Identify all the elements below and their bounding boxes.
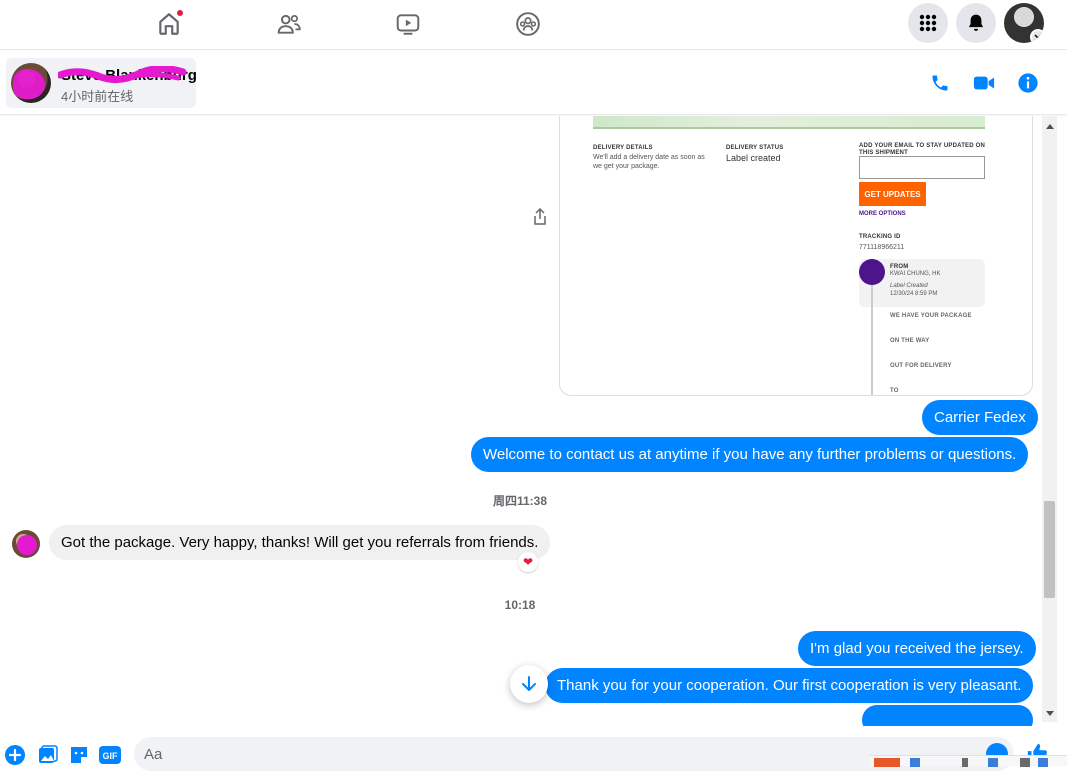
message-bubble[interactable]: Got the package. Very happy, thanks! Wil… [49, 525, 551, 560]
timestamp: 周四11:38 [492, 494, 548, 508]
system-tray [870, 755, 1067, 767]
scroll-down-icon[interactable] [1042, 708, 1057, 720]
shared-image-shipment[interactable]: DELIVERY DETAILS We'll add a delivery da… [559, 116, 1033, 396]
tracking-line [871, 285, 873, 395]
chat-header: Steve Blankenburg 4小时前在线 [0, 51, 1067, 115]
delivery-details-text-1: We'll add a delivery date as soon as [593, 154, 705, 161]
from-value: KWAI CHUNG, HK [890, 271, 941, 277]
profile-avatar[interactable] [1004, 3, 1044, 43]
message-bubble[interactable]: Welcome to contact us at anytime if you … [471, 437, 1029, 472]
more-options-link: MORE OPTIONS [859, 211, 906, 217]
delivery-status-label: DELIVERY STATUS [726, 145, 784, 151]
contact-status: 4小时前在线 [61, 89, 134, 104]
delivery-details-text-2: we get your package. [593, 163, 660, 170]
message-bubble[interactable]: Carrier Fedex [922, 400, 1038, 435]
from-status: Label Created [890, 283, 928, 289]
home-icon[interactable] [152, 7, 186, 41]
video-icon[interactable] [391, 7, 425, 41]
from-marker [859, 259, 885, 285]
sticker-icon[interactable] [68, 744, 90, 766]
contact-avatar-small [12, 530, 40, 558]
share-icon[interactable] [531, 207, 549, 227]
email-field [859, 156, 985, 179]
tracking-id-label: TRACKING ID [859, 234, 901, 240]
chevron-down-icon [1030, 29, 1044, 43]
delivery-details-label: DELIVERY DETAILS [593, 145, 653, 151]
get-updates-button: GET UPDATES [859, 182, 926, 206]
top-navigation [0, 0, 1067, 50]
video-call-icon[interactable] [972, 71, 996, 95]
scrollbar[interactable] [1042, 116, 1057, 722]
email-label-1: ADD YOUR EMAIL TO STAY UPDATED ON [859, 143, 986, 149]
redaction-scribble [13, 69, 45, 99]
map-strip [593, 116, 985, 129]
friends-icon[interactable] [272, 7, 306, 41]
add-icon[interactable] [4, 744, 26, 766]
phone-icon[interactable] [928, 71, 952, 95]
gif-icon[interactable]: GIF [99, 744, 121, 766]
step-3: OUT FOR DELIVERY [890, 363, 952, 369]
tracking-id-value: 771118966211 [859, 244, 905, 251]
contact-avatar [11, 63, 51, 103]
info-icon[interactable] [1016, 71, 1040, 95]
step-4: TO [890, 388, 899, 394]
message-bubble-partial[interactable] [862, 705, 1033, 726]
photo-icon[interactable] [37, 744, 59, 766]
message-bubble[interactable]: Thank you for your cooperation. Our firs… [545, 668, 1034, 703]
redaction-scribble [17, 535, 37, 555]
gif-label: GIF [103, 751, 119, 761]
step-1: WE HAVE YOUR PACKAGE [890, 313, 972, 319]
step-2: ON THE WAY [890, 338, 930, 344]
heart-reaction-icon[interactable]: ❤ [518, 552, 538, 572]
bell-icon[interactable] [956, 3, 996, 43]
message-thread: DELIVERY DETAILS We'll add a delivery da… [0, 116, 1042, 726]
from-date: 12/30/24 8:59 PM [890, 291, 938, 297]
scroll-thumb[interactable] [1044, 501, 1055, 598]
message-bubble[interactable]: I'm glad you received the jersey. [798, 631, 1036, 666]
menu-grid-icon[interactable] [908, 3, 948, 43]
delivery-status-value: Label created [726, 153, 781, 163]
scroll-up-icon[interactable] [1042, 120, 1057, 132]
scroll-to-bottom-button[interactable] [510, 665, 548, 703]
notification-dot [176, 9, 184, 17]
timestamp: 10:18 [504, 598, 536, 612]
contact-info[interactable]: Steve Blankenburg 4小时前在线 [6, 58, 197, 108]
groups-icon[interactable] [511, 7, 545, 41]
name-redaction-scribble [58, 66, 187, 83]
from-label: FROM [890, 264, 909, 270]
